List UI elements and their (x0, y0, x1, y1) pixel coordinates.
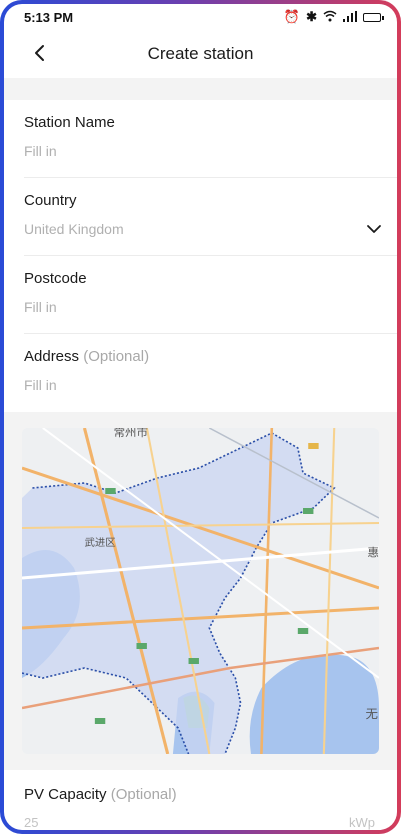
pv-capacity-label: PV Capacity (Optional) (24, 786, 397, 803)
screen: 5:13 PM ⏰ ✱ Create station Station Name … (4, 4, 397, 830)
country-field[interactable]: Country United Kingdom (24, 178, 397, 256)
signal-icon (343, 10, 357, 25)
pv-capacity-field[interactable]: PV Capacity (Optional) 25 kWp (4, 770, 397, 830)
map-label-right-1: 惠 (368, 545, 379, 559)
station-name-input[interactable]: Fill in (24, 143, 397, 159)
pv-capacity-row: 25 kWp (24, 815, 397, 830)
address-label-text: Address (24, 348, 80, 365)
map-label-right-2: 无 (365, 707, 377, 721)
section-divider (4, 78, 397, 100)
bluetooth-icon: ✱ (306, 9, 317, 24)
phone-frame: 5:13 PM ⏰ ✱ Create station Station Name … (0, 0, 401, 834)
header: Create station (4, 30, 397, 78)
address-input[interactable]: Fill in (24, 377, 397, 393)
country-select[interactable]: United Kingdom (24, 221, 397, 237)
pv-capacity-unit: kWp (349, 815, 375, 830)
station-name-field[interactable]: Station Name Fill in (24, 100, 397, 178)
battery-icon (363, 12, 384, 22)
country-label: Country (24, 192, 77, 209)
map-container: 常州市 武进区 惠 无 (4, 412, 397, 770)
station-form: Station Name Fill in Country United King… (4, 100, 397, 412)
pv-capacity-optional-tag: (Optional) (110, 786, 177, 803)
location-map[interactable]: 常州市 武进区 惠 无 (22, 428, 379, 754)
address-optional-tag: (Optional) (83, 348, 150, 365)
station-name-label: Station Name (24, 114, 115, 131)
map-label-district: 武进区 (84, 536, 115, 549)
alarm-icon: ⏰ (283, 9, 301, 24)
page-title: Create station (147, 44, 254, 63)
address-field[interactable]: Address (Optional) Fill in (24, 334, 397, 412)
status-bar: 5:13 PM ⏰ ✱ (4, 4, 397, 30)
postcode-input[interactable]: Fill in (24, 299, 397, 315)
back-button[interactable] (24, 38, 54, 68)
map-label-top: 常州市 (114, 428, 148, 439)
status-time: 5:13 PM (24, 9, 74, 25)
map-canvas[interactable]: 常州市 武进区 惠 无 (22, 428, 379, 754)
chevron-left-icon (35, 45, 44, 61)
postcode-field[interactable]: Postcode Fill in (24, 256, 397, 334)
wifi-icon (323, 10, 337, 25)
chevron-down-icon[interactable] (365, 220, 383, 238)
pv-capacity-input[interactable]: 25 (24, 815, 38, 830)
postcode-label: Postcode (24, 270, 87, 287)
status-icons: ⏰ ✱ (283, 9, 384, 25)
pv-capacity-label-text: PV Capacity (24, 786, 107, 803)
address-label: Address (Optional) (24, 348, 397, 365)
